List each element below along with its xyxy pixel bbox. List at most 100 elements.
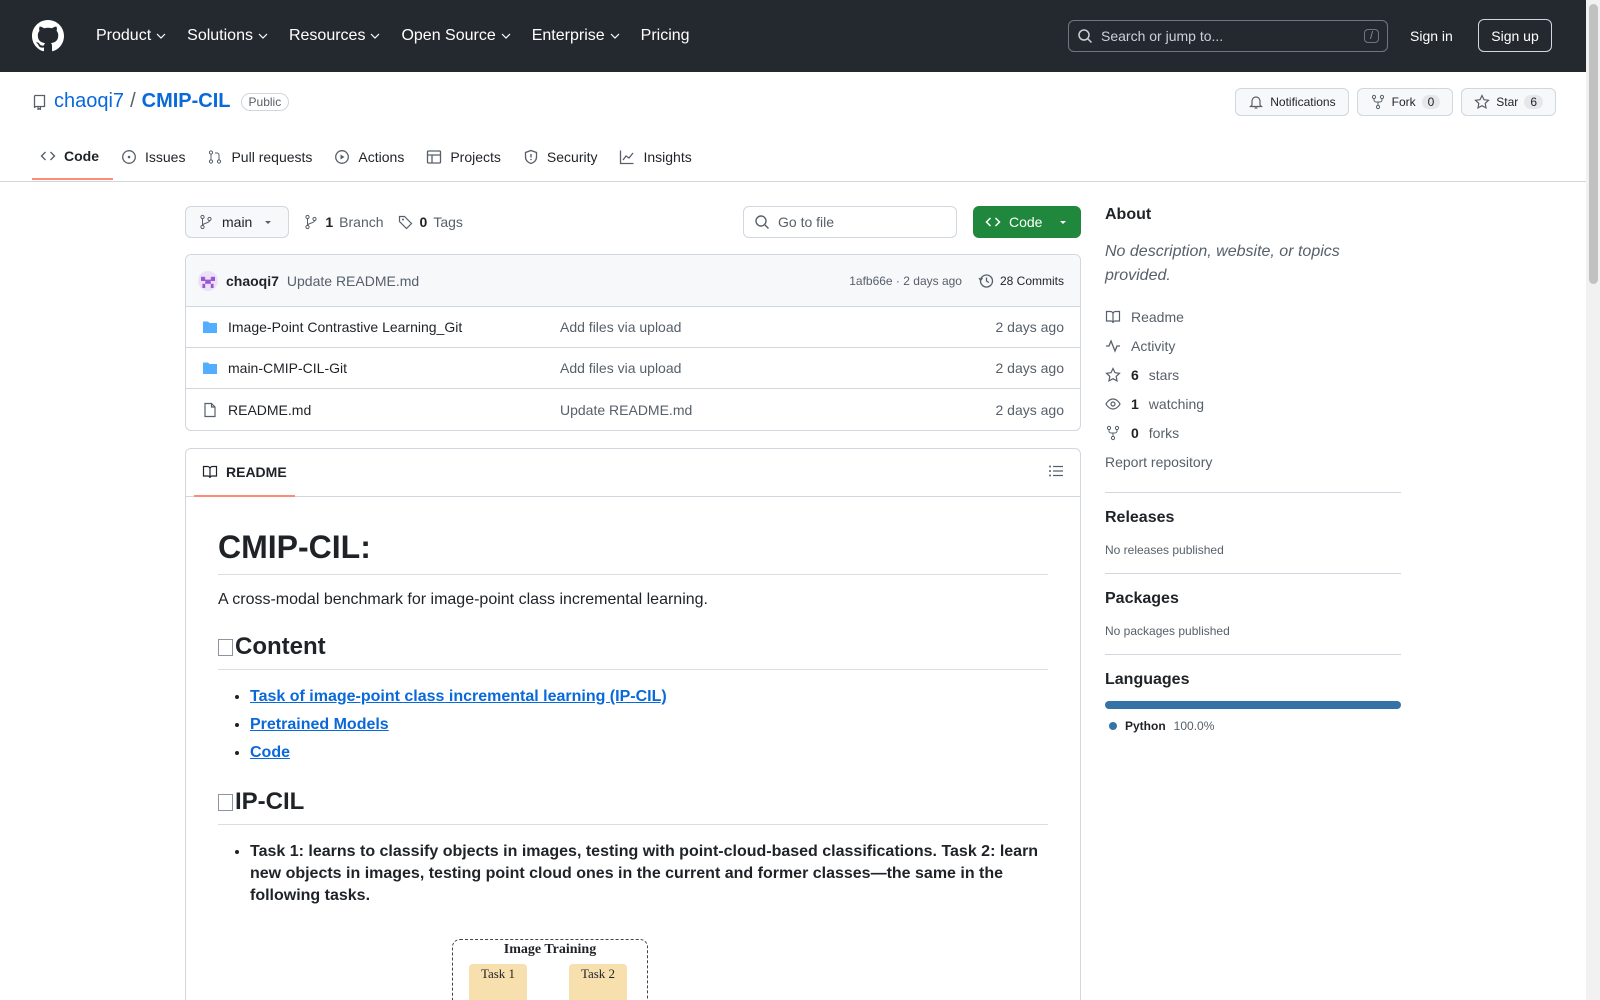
file-name-link[interactable]: Image-Point Contrastive Learning_Git [228, 319, 560, 335]
file-name-link[interactable]: main-CMIP-CIL-Git [228, 360, 560, 376]
global-nav: Product Solutions Resources Open Source … [88, 21, 698, 51]
identicon-icon [201, 276, 215, 288]
nav-enterprise-label: Enterprise [531, 27, 605, 44]
sidebar-item-stars[interactable]: 6 stars [1105, 360, 1401, 389]
play-icon [335, 150, 350, 164]
commit-message-link[interactable]: Update README.md [287, 273, 419, 289]
code-icon [40, 151, 56, 161]
fork-icon [1371, 94, 1384, 110]
releases-heading[interactable]: Releases [1105, 509, 1401, 527]
book-icon [202, 465, 218, 478]
repo-owner-link[interactable]: chaoqi7 [54, 90, 124, 113]
nav-resources-label: Resources [288, 27, 366, 44]
nav-pricing[interactable]: Pricing [633, 21, 698, 51]
tab-insights[interactable]: Insights [611, 134, 705, 180]
branches-link[interactable]: 1 Branch [303, 214, 384, 230]
commit-author-link[interactable]: chaoqi7 [226, 273, 279, 289]
commit-meta: 1afb66e · 2 days ago 28 Commits [849, 273, 1064, 289]
go-to-file-input[interactable]: Go to file [743, 206, 957, 238]
divider [1105, 492, 1401, 493]
fork-button[interactable]: Fork 0 [1356, 88, 1454, 116]
nav-solutions[interactable]: Solutions [179, 21, 277, 51]
file-commit-message[interactable]: Add files via upload [560, 360, 681, 376]
repo-name-link[interactable]: CMIP-CIL [142, 90, 231, 113]
file-commit-message[interactable]: Add files via upload [560, 319, 681, 335]
star-icon [1105, 366, 1121, 382]
chevron-down-icon [610, 33, 620, 39]
readme-tab-label: README [226, 463, 287, 480]
commits-link[interactable]: 28 Commits [978, 273, 1064, 289]
star-button[interactable]: Star 6 [1461, 88, 1556, 116]
sidebar-item-watching[interactable]: 1 watching [1105, 389, 1401, 418]
fork-label: Fork [1391, 95, 1416, 109]
code-dropdown-button[interactable]: Code [973, 206, 1081, 238]
history-icon [978, 273, 994, 288]
table-icon [427, 150, 442, 164]
sign-in-link[interactable]: Sign in [1402, 24, 1461, 48]
tags-link[interactable]: 0 Tags [398, 214, 463, 230]
tab-projects[interactable]: Projects [418, 134, 515, 180]
branch-name: main [222, 214, 253, 230]
visibility-badge: Public [240, 92, 290, 111]
table-row[interactable]: main-CMIP-CIL-Git Add files via upload 2… [186, 348, 1080, 389]
star-label: Star [1496, 95, 1519, 109]
notifications-label: Notifications [1270, 95, 1336, 109]
tab-security[interactable]: Security [515, 134, 612, 180]
branch-selector[interactable]: main [185, 206, 290, 238]
languages-heading: Languages [1105, 671, 1190, 688]
ipcil-list: Task 1: learns to classify objects in im… [218, 841, 1048, 907]
tab-issues[interactable]: Issues [113, 134, 199, 180]
chevron-down-icon [371, 33, 380, 39]
file-icon [204, 402, 216, 417]
about-description: No description, website, or topics provi… [1105, 243, 1340, 284]
star-count: 6 [1524, 95, 1543, 109]
list-icon[interactable] [1048, 463, 1064, 479]
commit-sha-time[interactable]: 1afb66e · 2 days ago [849, 274, 962, 288]
scrollbar[interactable] [1586, 0, 1600, 1000]
forks-label: forks [1148, 424, 1180, 441]
sidebar-item-readme[interactable]: Readme [1105, 302, 1401, 331]
nav-enterprise[interactable]: Enterprise [524, 21, 629, 51]
sidebar-item-forks[interactable]: 0 forks [1105, 418, 1401, 447]
language-item[interactable]: Python 100.0% [1105, 719, 1401, 733]
sign-up-button[interactable]: Sign up [1478, 19, 1552, 52]
file-date: 2 days ago [995, 360, 1065, 376]
tab-readme[interactable]: README [194, 449, 295, 497]
figure-task-2: Task 2 [569, 964, 627, 1000]
content-link-ipcil[interactable]: Task of image-point class incremental le… [250, 688, 667, 705]
search-icon [1078, 29, 1093, 44]
commit-count-label: 28 Commits [999, 273, 1064, 288]
nav-open-source[interactable]: Open Source [393, 21, 519, 51]
tab-actions[interactable]: Actions [326, 134, 418, 180]
ipcil-figure: Image Training Task 1 Task 2 [452, 939, 648, 1000]
content-link-code[interactable]: Code [250, 744, 290, 761]
repo-title: chaoqi7 / CMIP-CIL Public [32, 90, 290, 113]
search-input[interactable]: Search or jump to... / [1068, 20, 1388, 52]
search-icon [755, 215, 769, 229]
report-repository-link[interactable]: Report repository [1105, 447, 1401, 476]
github-logo-icon[interactable] [32, 20, 64, 52]
sidebar-item-activity[interactable]: Activity [1105, 331, 1401, 360]
graph-icon [620, 150, 634, 165]
avatar[interactable] [198, 270, 218, 291]
divider [1105, 654, 1401, 655]
list-item: Code [250, 742, 1048, 764]
nav-product[interactable]: Product [88, 21, 175, 51]
file-commit-message[interactable]: Update README.md [560, 402, 692, 418]
tab-pull-requests[interactable]: Pull requests [199, 134, 326, 180]
nav-resources[interactable]: Resources [281, 21, 389, 51]
file-name-link[interactable]: README.md [228, 402, 560, 418]
tab-code[interactable]: Code [32, 134, 113, 180]
scrollbar-thumb[interactable] [1589, 4, 1598, 284]
ipcil-heading: IP-CIL [218, 788, 1048, 825]
packages-heading[interactable]: Packages [1105, 590, 1401, 608]
table-row[interactable]: README.md Update README.md 2 days ago [186, 389, 1080, 430]
table-row[interactable]: Image-Point Contrastive Learning_Git Add… [186, 307, 1080, 348]
activity-label: Activity [1131, 337, 1176, 354]
content-link-models[interactable]: Pretrained Models [250, 716, 389, 733]
list-item: Task of image-point class incremental le… [250, 686, 1048, 708]
tab-security-label: Security [546, 149, 598, 165]
pull-request-icon [209, 150, 222, 164]
notifications-button[interactable]: Notifications [1235, 88, 1349, 116]
tag-count-label: Tags [433, 214, 463, 230]
